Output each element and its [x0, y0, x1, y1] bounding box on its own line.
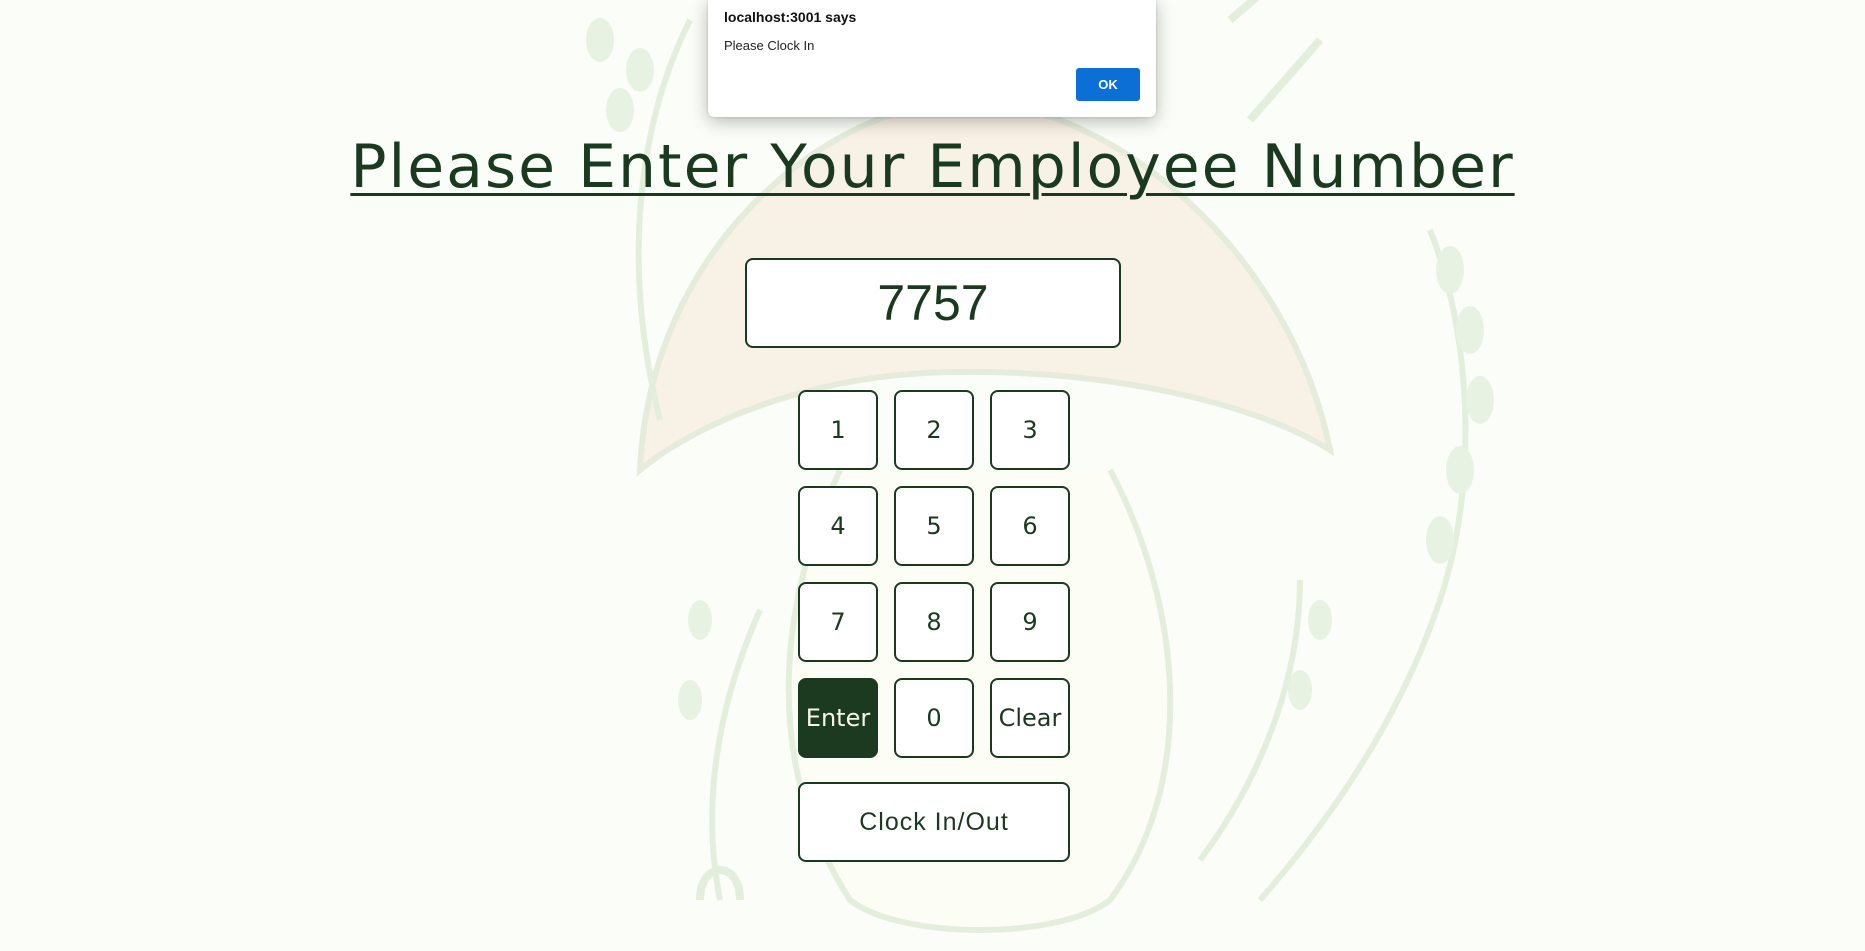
employee-number-display[interactable] — [745, 258, 1121, 348]
keypad-key-9[interactable]: 9 — [990, 582, 1070, 662]
keypad-key-5[interactable]: 5 — [894, 486, 974, 566]
page-title: Please Enter Your Employee Number — [350, 132, 1515, 202]
keypad-key-7[interactable]: 7 — [798, 582, 878, 662]
keypad-key-4[interactable]: 4 — [798, 486, 878, 566]
alert-origin: localhost:3001 says — [724, 9, 857, 25]
keypad-key-8[interactable]: 8 — [894, 582, 974, 662]
alert-ok-button[interactable]: OK — [1076, 68, 1140, 101]
keypad-key-6[interactable]: 6 — [990, 486, 1070, 566]
keypad-key-3[interactable]: 3 — [990, 390, 1070, 470]
keypad-key-2[interactable]: 2 — [894, 390, 974, 470]
clear-button[interactable]: Clear — [990, 678, 1070, 758]
alert-dialog: localhost:3001 says Please Clock In OK — [708, 0, 1156, 117]
enter-button[interactable]: Enter — [798, 678, 878, 758]
keypad-key-1[interactable]: 1 — [798, 390, 878, 470]
alert-message: Please Clock In — [724, 38, 815, 53]
clock-in-out-button[interactable]: Clock In/Out — [798, 782, 1070, 862]
employee-clock-page: Please Enter Your Employee Number 1 2 3 … — [0, 0, 1865, 951]
keypad-key-0[interactable]: 0 — [894, 678, 974, 758]
